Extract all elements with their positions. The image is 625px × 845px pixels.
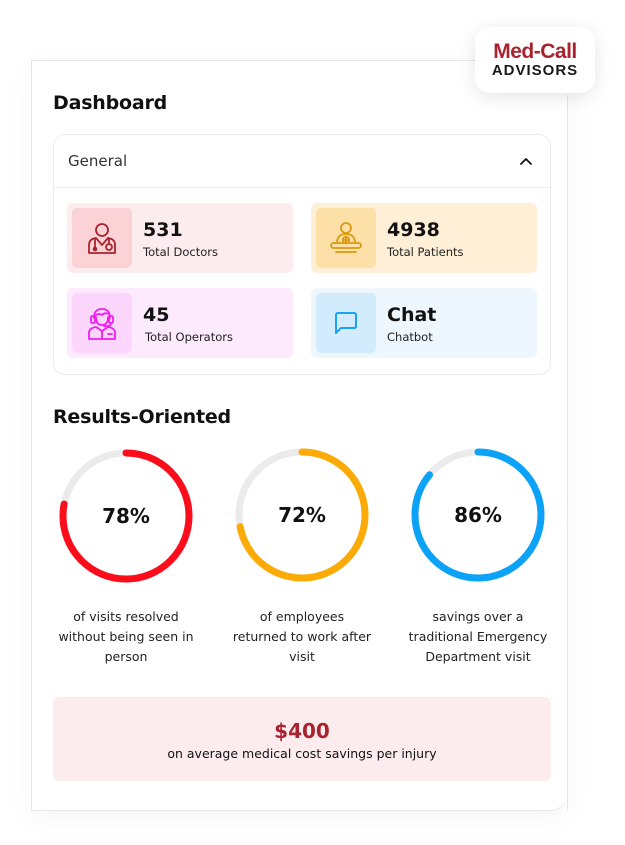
savings-value: $400 [274, 718, 330, 743]
stat-card-doctors[interactable]: 531 Total Doctors [67, 203, 293, 273]
page-title: Dashboard [53, 92, 168, 114]
stat-value: 45 [143, 303, 170, 326]
ring-caption: of employees returned to work after visi… [217, 607, 387, 667]
results-section-title: Results-Oriented [53, 406, 231, 428]
caption-line: Department visit [425, 649, 531, 664]
stat-value: 4938 [387, 218, 440, 241]
general-panel-title: General [68, 152, 128, 170]
patient-icon [330, 222, 362, 253]
brand-name-top: Med-Call [493, 39, 577, 63]
caption-line: savings over a [432, 609, 524, 624]
caption-line: traditional Emergency [408, 629, 548, 644]
ring-percent: 86% [454, 503, 502, 527]
caption-line: returned to work after [232, 629, 372, 644]
caption-line: of employees [259, 609, 345, 624]
stat-card-operators[interactable]: 45 Total Operators [67, 288, 293, 358]
stat-icon-box [72, 293, 132, 353]
savings-banner: $400 on average medical cost savings per… [53, 697, 551, 781]
ring-caption: of visits resolved without being seen in… [41, 607, 211, 667]
stat-icon-box [316, 208, 376, 268]
ring-percent: 78% [102, 504, 150, 528]
stat-label: Total Patients [387, 244, 464, 259]
stat-label: Total Operators [145, 329, 233, 344]
doctor-icon [88, 223, 116, 254]
caption-line: of visits resolved [73, 609, 179, 624]
stat-label: Chatbot [387, 329, 433, 344]
caption-line: visit [289, 649, 315, 664]
ring-percent: 72% [278, 503, 326, 527]
progress-ring-savings: 86% [408, 445, 548, 585]
caption-line: person [104, 649, 148, 664]
caption-line: without being seen in [58, 629, 194, 644]
savings-label: on average medical cost savings per inju… [167, 745, 437, 761]
stat-value: 531 [143, 218, 183, 241]
brand-logo: Med-Call ADVISORS [475, 27, 595, 93]
stat-label: Total Doctors [143, 244, 218, 259]
ring-caption: savings over a traditional Emergency Dep… [393, 607, 563, 667]
stat-card-patients[interactable]: 4938 Total Patients [311, 203, 537, 273]
general-panel-header[interactable]: General [54, 135, 550, 188]
chat-bubble-icon [335, 312, 357, 334]
stat-icon-box [72, 208, 132, 268]
progress-ring-employees: 72% [232, 445, 372, 585]
stat-icon-box [316, 293, 376, 353]
chevron-up-icon[interactable] [516, 151, 536, 171]
stat-card-chatbot[interactable]: Chat Chatbot [311, 288, 537, 358]
progress-ring-visits: 78% [56, 446, 196, 586]
brand-name-bottom: ADVISORS [491, 61, 579, 79]
stat-value: Chat [387, 303, 437, 326]
operator-headset-icon [88, 308, 116, 340]
